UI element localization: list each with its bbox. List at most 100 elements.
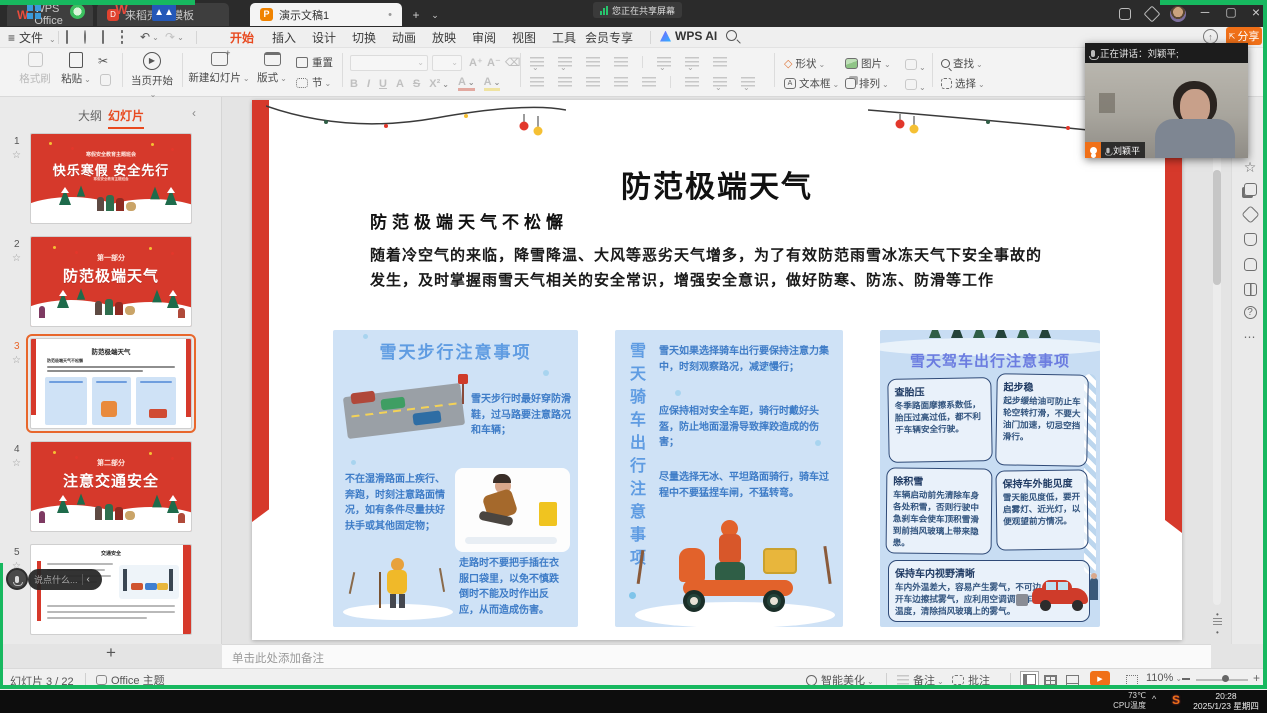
highlight-color-button[interactable]: A xyxy=(484,76,501,91)
underline-button[interactable]: U xyxy=(379,78,387,90)
star-icon[interactable]: ☆ xyxy=(12,355,21,366)
star-icon[interactable]: ☆ xyxy=(12,150,21,161)
favorites-star-icon[interactable]: ☆ xyxy=(1243,160,1257,174)
star-icon[interactable]: ☆ xyxy=(12,458,21,469)
tray-s-icon[interactable]: S xyxy=(1172,693,1180,707)
justify-icon[interactable] xyxy=(614,77,628,88)
paragraph-settings-icon[interactable] xyxy=(741,77,755,88)
redo-button[interactable]: ↷ xyxy=(165,30,184,44)
insert-media-icon-disabled[interactable] xyxy=(905,77,926,95)
file-menu[interactable]: ≡文件 xyxy=(8,29,56,46)
vertical-align-icon[interactable] xyxy=(685,77,699,88)
slide-subtitle[interactable]: 防范极端天气不松懈 xyxy=(370,208,568,233)
play-from-current-button[interactable]: ▶ 当页开始 xyxy=(128,52,176,100)
layout-button[interactable]: 版式 xyxy=(254,52,290,85)
add-slide-button[interactable]: + xyxy=(98,643,124,663)
tab-design[interactable]: 设计 xyxy=(312,29,336,46)
line-spacing-icon[interactable] xyxy=(685,57,699,68)
play-slideshow-button[interactable]: ▶ xyxy=(1090,671,1110,686)
tab-list-dropdown[interactable]: ⌄ xyxy=(426,3,444,27)
robot-assistant-icon[interactable] xyxy=(1112,2,1138,26)
cut-icon[interactable]: ✂ xyxy=(98,54,108,68)
smart-numbering-icon[interactable] xyxy=(713,77,727,88)
upload-cloud-icon[interactable]: ↑ xyxy=(1203,29,1218,44)
card-riding[interactable]: 雪天骑车出行注意事项 雪天如果选择骑车出行要保持注意力集中，时刻观察路况，减速慢… xyxy=(615,330,843,627)
collapse-panel-icon[interactable]: ‹ xyxy=(192,106,196,120)
wps-ai-tab[interactable]: WPS AI xyxy=(660,29,717,43)
chat-input-pill[interactable]: 说点什么... ‹ xyxy=(28,569,102,590)
align-right-icon[interactable] xyxy=(586,77,600,88)
print-preview-icon[interactable] xyxy=(121,31,123,43)
help-icon[interactable]: ? xyxy=(1243,306,1257,320)
undo-button[interactable]: ↶ xyxy=(140,30,159,44)
video-call-overlay[interactable]: 正在讲话：刘颖平; 刘颖平 xyxy=(1085,43,1248,158)
textbox-button[interactable]: A文本框 xyxy=(784,76,839,91)
font-decrease-button[interactable]: A⁻ xyxy=(487,56,501,69)
tab-tools[interactable]: 工具 xyxy=(552,29,576,46)
cpu-temp-tray[interactable]: 73℃CPU温度 xyxy=(1100,691,1146,711)
print-icon[interactable] xyxy=(102,31,104,43)
align-left-icon[interactable] xyxy=(530,77,544,88)
slide-thumbnail-3-selected[interactable]: 防范极端天气 防范极端天气不松懈 xyxy=(30,338,192,429)
clock-tray[interactable]: 20:282025/1/23 星期四 xyxy=(1190,691,1262,711)
export-icon[interactable] xyxy=(84,31,86,43)
zoom-in-button[interactable]: + xyxy=(1253,671,1260,685)
align-center-icon[interactable] xyxy=(558,77,572,88)
card-walking[interactable]: 雪天步行注意事项 雪天步行时最好穿防滑鞋，过马路要注意路况和车辆； 不在湿滑路面… xyxy=(333,330,578,627)
text-direction-icon[interactable] xyxy=(657,57,671,68)
paste-button[interactable]: 粘贴 xyxy=(58,52,94,86)
voice-chat-button[interactable] xyxy=(6,568,28,590)
arrange-button[interactable]: 排列 xyxy=(845,76,889,91)
slide-scrollbar-thumb[interactable] xyxy=(1213,170,1221,285)
strikethrough-button[interactable]: S xyxy=(413,78,420,90)
tab-view[interactable]: 视图 xyxy=(512,29,536,46)
outline-tab[interactable]: 大纲 xyxy=(78,107,102,124)
slide-title[interactable]: 防范极端天气 xyxy=(252,162,1182,206)
decrease-indent-icon[interactable] xyxy=(586,57,600,68)
layout-pane-icon[interactable] xyxy=(1243,283,1257,297)
zoom-slider-thumb[interactable] xyxy=(1222,675,1229,682)
italic-button[interactable]: I xyxy=(367,78,370,90)
section-button[interactable]: 节 xyxy=(296,75,331,90)
slide-thumbnail-1[interactable]: 寒假安全教育主题班会 快乐寒假 安全先行 寒假安全教育主题班会 xyxy=(30,133,192,224)
tab-slideshow[interactable]: 放映 xyxy=(432,29,456,46)
find-button[interactable]: 查找 xyxy=(941,56,983,71)
char-spacing-button[interactable]: A xyxy=(396,78,404,90)
template-skin-icon[interactable] xyxy=(1243,258,1257,272)
animation-pane-icon[interactable] xyxy=(1243,183,1257,197)
account-avatar[interactable] xyxy=(1165,2,1191,26)
star-icon[interactable]: ☆ xyxy=(12,253,21,264)
slide-thumbnail-4[interactable]: 第二部分 注意交通安全 xyxy=(30,441,192,532)
shapes-button[interactable]: ◇形状 xyxy=(784,56,825,71)
notes-splitter-handle[interactable] xyxy=(1213,618,1222,626)
tab-review[interactable]: 审阅 xyxy=(472,29,496,46)
slide-thumbnail-2[interactable]: 第一部分 防范极端天气 xyxy=(30,236,192,327)
select-button[interactable]: 选择 xyxy=(941,76,985,91)
tray-expand-icon[interactable]: ^ xyxy=(1152,694,1156,704)
columns-icon[interactable] xyxy=(713,57,727,68)
font-increase-button[interactable]: A⁺ xyxy=(469,56,483,69)
tab-insert[interactable]: 插入 xyxy=(272,29,296,46)
notes-area[interactable]: 单击此处添加备注 xyxy=(222,644,1211,668)
more-tools-icon[interactable]: ⋯ xyxy=(1243,330,1257,344)
tab-transition[interactable]: 切换 xyxy=(352,29,376,46)
collapse-chat-icon[interactable]: ‹ xyxy=(87,574,90,585)
next-slide-button[interactable]: • xyxy=(1216,628,1219,637)
font-name-combo[interactable] xyxy=(350,55,428,71)
clear-format-icon[interactable]: ⌫ xyxy=(505,56,521,69)
increase-indent-icon[interactable] xyxy=(614,57,628,68)
card-driving[interactable]: 雪天驾车出行注意事项 查胎压冬季路面摩擦系数低，胎压过高过低，都不利于车辆安全行… xyxy=(880,330,1100,627)
picture-button[interactable]: 图片 xyxy=(845,56,891,71)
tab-home[interactable]: 开始 xyxy=(230,29,254,50)
beautify-tools-icon[interactable] xyxy=(1243,208,1257,222)
font-size-combo[interactable] xyxy=(432,55,462,71)
design-skin-icon[interactable] xyxy=(1243,233,1257,247)
format-painter-button[interactable]: 格式刷 xyxy=(16,52,54,86)
tab-animation[interactable]: 动画 xyxy=(392,29,416,46)
bold-button[interactable]: B xyxy=(350,78,358,90)
font-color-button[interactable]: A xyxy=(458,76,475,91)
tab-presentation1[interactable]: P 演示文稿1 • xyxy=(250,3,402,26)
zoom-out-button[interactable] xyxy=(1182,678,1190,680)
slide-body-text[interactable]: 随着冷空气的来临，降雪降温、大风等恶劣天气增多，为了有效防范雨雪冰冻天气下安全事… xyxy=(370,243,1052,293)
tab-member[interactable]: 会员专享 xyxy=(585,29,633,46)
